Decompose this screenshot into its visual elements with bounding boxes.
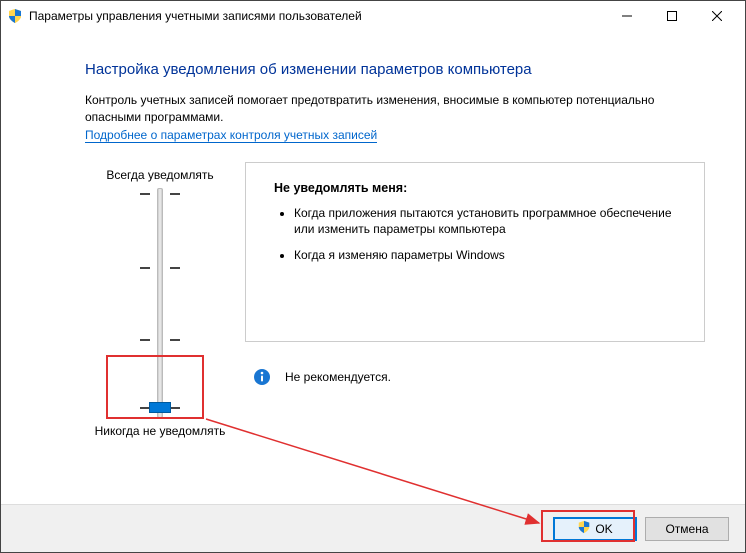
page-description: Контроль учетных записей помогает предот… [85,92,705,126]
learn-more-link[interactable]: Подробнее о параметрах контроля учетных … [85,128,377,143]
slider-label-always: Всегда уведомлять [85,168,235,182]
content-area: Настройка уведомления об изменении парам… [1,31,745,438]
page-heading: Настройка уведомления об изменении парам… [85,61,705,78]
slider-tick [140,339,180,341]
list-item: Когда приложения пытаются установить про… [294,205,684,237]
slider-label-never: Никогда не уведомлять [85,424,235,438]
panel-title: Не уведомлять меня: [274,181,684,195]
maximize-button[interactable] [649,1,694,31]
titlebar: Параметры управления учетными записями п… [1,1,745,31]
cancel-label: Отмена [665,522,708,536]
window-title: Параметры управления учетными записями п… [29,9,604,23]
window-controls [604,1,739,31]
slider-thumb[interactable] [149,402,171,413]
slider-tick [140,193,180,195]
dialog-footer: OK Отмена [1,504,745,552]
ok-button[interactable]: OK [553,517,637,541]
notification-level-panel: Не уведомлять меня: Когда приложения пыт… [245,162,705,342]
list-item: Когда я изменяю параметры Windows [294,247,684,263]
ok-label: OK [595,522,612,536]
minimize-button[interactable] [604,1,649,31]
slider-track[interactable] [157,188,163,418]
uac-shield-icon [577,520,591,537]
cancel-button[interactable]: Отмена [645,517,729,541]
uac-shield-icon [7,8,23,24]
panel-column: Не уведомлять меня: Когда приложения пыт… [245,162,705,438]
uac-settings-window: Параметры управления учетными записями п… [0,0,746,553]
body-row: Всегда уведомлять Никогда не уведомлять … [85,162,705,438]
warning-row: Не рекомендуется. [245,368,705,386]
panel-list: Когда приложения пытаются установить про… [278,205,684,264]
slider-tick [140,267,180,269]
info-icon [253,368,271,386]
close-button[interactable] [694,1,739,31]
notification-slider-area: Всегда уведомлять Никогда не уведомлять [85,162,235,438]
warning-text: Не рекомендуется. [285,370,391,384]
